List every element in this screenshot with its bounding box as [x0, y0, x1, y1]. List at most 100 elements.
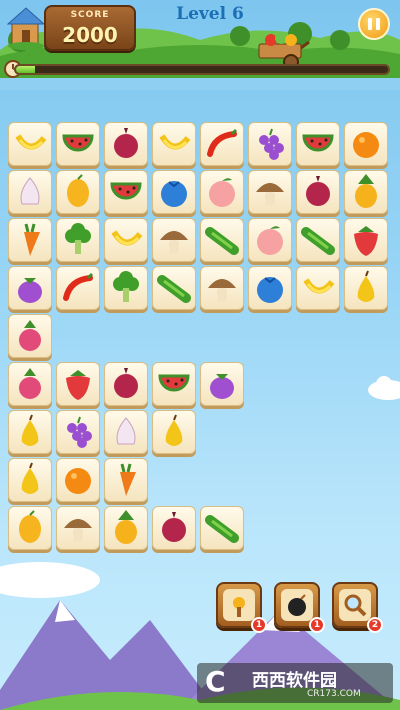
- tile-cucumber[interactable]: [200, 218, 244, 262]
- booster-count-badge: 1: [251, 617, 267, 633]
- carrot-icon: [24, 223, 40, 256]
- tile-pineapple[interactable]: [344, 170, 388, 214]
- tile-chili[interactable]: [56, 266, 100, 310]
- tile-grape[interactable]: [56, 410, 100, 454]
- tile-watermelon[interactable]: [104, 170, 148, 214]
- grape-icon: [259, 128, 284, 160]
- pear-icon: [21, 414, 39, 446]
- watermark-url: CR173.COM: [307, 689, 361, 699]
- booster-icon-frame: [339, 589, 371, 621]
- tile-orange[interactable]: [344, 122, 388, 166]
- tile-mushroom[interactable]: [56, 506, 100, 550]
- watermelon-icon: [302, 134, 334, 152]
- garlic-icon: [20, 177, 40, 205]
- grape-icon: [67, 416, 92, 448]
- blueberry-icon: [257, 277, 283, 303]
- pause-icon: [368, 18, 372, 30]
- pear-icon: [357, 270, 375, 302]
- banana-icon: [15, 134, 47, 150]
- tile-pear[interactable]: [8, 410, 52, 454]
- tile-banana[interactable]: [8, 122, 52, 166]
- chili-icon: [207, 128, 238, 157]
- tile-strawberry[interactable]: [344, 218, 388, 262]
- level-progress-fill: [16, 66, 35, 73]
- tile-chili[interactable]: [200, 122, 244, 166]
- watermelon-icon: [62, 134, 94, 152]
- tile-onion[interactable]: [104, 362, 148, 406]
- peach-icon: [209, 178, 235, 207]
- tile-watermelon[interactable]: [56, 122, 100, 166]
- booster-icon-frame: [281, 589, 313, 621]
- pause-button[interactable]: [358, 8, 390, 40]
- orange-icon: [353, 132, 379, 158]
- level-progress-bar: [14, 64, 390, 75]
- tile-mango[interactable]: [56, 170, 100, 214]
- cucumber-icon: [205, 515, 239, 543]
- cucumber-icon: [205, 227, 239, 255]
- tile-pear[interactable]: [8, 458, 52, 502]
- booster-count-badge: 1: [309, 617, 325, 633]
- tile-broccoli[interactable]: [56, 218, 100, 262]
- eggplant-icon: [18, 278, 42, 303]
- tile-carrot[interactable]: [8, 218, 52, 262]
- tile-mushroom[interactable]: [152, 218, 196, 262]
- tile-broccoli[interactable]: [104, 266, 148, 310]
- tile-pear[interactable]: [152, 410, 196, 454]
- tile-banana[interactable]: [104, 218, 148, 262]
- tile-peach[interactable]: [200, 170, 244, 214]
- tile-cucumber[interactable]: [152, 266, 196, 310]
- tile-pineapple[interactable]: [104, 506, 148, 550]
- watermelon-icon: [110, 182, 142, 200]
- bomb-icon: [288, 594, 306, 616]
- tile-mushroom[interactable]: [200, 266, 244, 310]
- tile-banana[interactable]: [296, 266, 340, 310]
- cucumber-icon: [157, 275, 191, 303]
- tile-watermelon[interactable]: [296, 122, 340, 166]
- tile-grape[interactable]: [248, 122, 292, 166]
- tile-garlic[interactable]: [8, 170, 52, 214]
- tile-peach[interactable]: [248, 218, 292, 262]
- banana-icon: [303, 278, 335, 294]
- search-booster-button[interactable]: 2: [332, 582, 383, 633]
- tile-onion[interactable]: [152, 506, 196, 550]
- banana-icon: [111, 230, 143, 246]
- tile-mushroom[interactable]: [248, 170, 292, 214]
- tile-mango[interactable]: [8, 506, 52, 550]
- bomb-booster-button[interactable]: 1: [274, 582, 325, 633]
- pear-icon: [21, 462, 39, 494]
- tile-blueberry[interactable]: [248, 266, 292, 310]
- score-label: SCORE: [70, 10, 110, 20]
- tile-cucumber[interactable]: [296, 218, 340, 262]
- booster-icon-frame: [223, 589, 255, 621]
- strawberry-icon: [66, 370, 90, 400]
- tile-banana[interactable]: [152, 122, 196, 166]
- tile-strawberry[interactable]: [56, 362, 100, 406]
- tile-orange[interactable]: [56, 458, 100, 502]
- score-board: SCORE 2000: [44, 5, 136, 51]
- tile-onion[interactable]: [296, 170, 340, 214]
- tile-onion[interactable]: [104, 122, 148, 166]
- tile-eggplant[interactable]: [200, 362, 244, 406]
- orange-icon: [65, 468, 91, 494]
- tile-radish[interactable]: [8, 362, 52, 406]
- peach-icon: [257, 226, 283, 255]
- broccoli-icon: [65, 223, 91, 254]
- hint-booster-button[interactable]: 1: [216, 582, 267, 633]
- tile-carrot[interactable]: [104, 458, 148, 502]
- blueberry-icon: [161, 181, 187, 207]
- tile-pear[interactable]: [344, 266, 388, 310]
- tile-eggplant[interactable]: [8, 266, 52, 310]
- garlic-icon: [116, 417, 136, 445]
- tile-watermelon[interactable]: [152, 362, 196, 406]
- tile-garlic[interactable]: [104, 410, 148, 454]
- chili-icon: [63, 272, 94, 301]
- tile-blueberry[interactable]: [152, 170, 196, 214]
- cucumber-icon: [301, 227, 335, 255]
- onion-icon: [114, 368, 138, 398]
- booster-count-badge: 2: [367, 617, 383, 633]
- house-icon: [6, 7, 46, 50]
- mushroom-icon: [160, 231, 188, 254]
- tile-radish[interactable]: [8, 314, 52, 358]
- flower-key-icon: [233, 597, 245, 617]
- tile-cucumber[interactable]: [200, 506, 244, 550]
